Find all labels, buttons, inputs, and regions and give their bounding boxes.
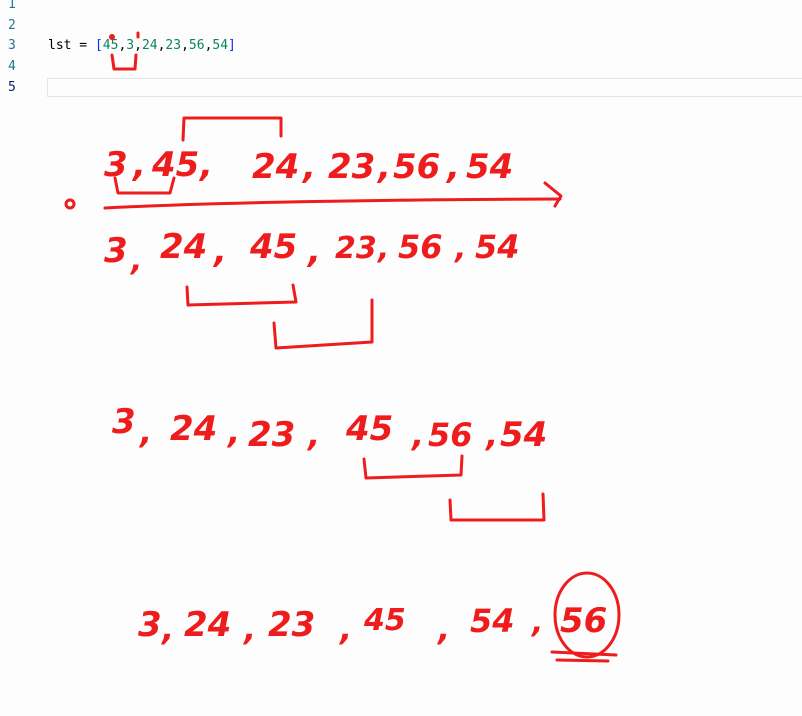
line-number-active: 5 [8,80,16,95]
row1-value: 54 [466,147,513,187]
row2-comma: , [453,231,466,266]
row4-value: 24 [184,605,231,645]
row4-value-final: 56 [560,601,607,641]
row1-value: 45 [151,145,199,185]
row4-comma: , [436,610,450,648]
start-dot [64,198,76,210]
code-bracket-open: [ [94,38,103,53]
compare-bracket-row2-a [185,283,298,307]
code-number: 24 [141,38,158,53]
code-number: 3 [126,38,135,53]
row3-comma: , [410,416,424,454]
row2-value: 23 [335,231,377,266]
row3-value: 54 [500,415,547,455]
row1-value: 3 [104,145,128,185]
row4-comma: , [242,610,256,648]
row2-value: 54 [475,228,520,266]
row1-value: 56 [393,147,440,187]
row1-comma: , [445,147,460,187]
row2-value: 56 [398,228,443,266]
final-underline-2 [555,658,610,663]
code-bracket-close: ] [228,38,236,53]
row4-comma: , [530,605,543,640]
row2-comma: , [129,243,142,278]
code-operator: = [71,38,95,53]
code-line-list-assignment[interactable]: lst = [45,3,24,23,56,54] [48,35,236,56]
row3-comma: , [484,416,498,454]
code-variable: lst [48,38,72,53]
current-line-highlight[interactable] [47,78,802,97]
row4-value: 54 [470,602,515,640]
row1-value: 24 [252,147,299,187]
row3-value: 23 [248,415,295,455]
pass-arrow-head [543,181,563,208]
row2-comma: , [306,231,321,271]
row2-comma: , [376,231,389,266]
code-number: 54 [212,38,229,53]
row4-comma: , [338,610,352,648]
row3-value: 24 [170,409,217,449]
row2-value: 3 [104,231,128,271]
compare-bracket-row3-b [448,492,546,522]
row2-comma: , [212,231,227,271]
annotation-row-2: 3 , 24 , 45 , 23 , 56 , 54 [104,227,520,278]
annotation-row-3: 3 , 24 , 23 , 45 , 56 , 54 [112,402,547,455]
row3-value: 56 [428,416,473,454]
pass-arrow-line [103,197,562,210]
line-number: 3 [8,38,16,53]
line-number: 4 [8,59,16,74]
row4-value: 3 [138,605,162,645]
row3-value: 3 [112,402,136,442]
row4-value: 23 [268,605,315,645]
row4-comma: , [160,610,174,648]
row2-value: 45 [249,227,297,267]
row1-value: 23 [328,147,375,187]
row3-comma: , [226,413,240,451]
annotation-row-1: 3 , 45 , 24 , 23 , 56 , 54 [104,145,513,187]
compare-bracket-row2-b [272,298,374,350]
compare-bracket-row3-a [362,454,464,480]
line-number: 2 [8,18,16,33]
final-element-circle [553,571,621,659]
row3-comma: , [306,416,320,454]
row4-value: 45 [363,603,406,638]
code-number: 56 [188,38,205,53]
annotation-row-4: 3 , 24 , 23 , 45 , 54 , 56 [138,601,607,648]
final-underline-1 [550,650,618,657]
row1-comma: , [198,145,213,185]
code-number: 45 [102,38,119,53]
row2-value: 24 [160,227,207,267]
row3-comma: , [138,413,152,451]
compare-bracket-top [181,116,283,142]
handwritten-annotations: 3 , 45 , 24 , 23 , 56 , 54 3 , 24 , 45 ,… [64,31,621,663]
compare-bracket-first-pair [113,176,176,195]
row3-value: 45 [345,409,393,449]
code-number: 23 [165,38,182,53]
row1-comma: , [376,147,391,187]
line-number: 1 [8,0,16,12]
row1-comma: , [301,147,316,187]
row1-comma: , [131,145,146,185]
code-editor[interactable]: 1 2 3 4 5 lst = [45,3,24,23,56,54] [0,0,802,100]
